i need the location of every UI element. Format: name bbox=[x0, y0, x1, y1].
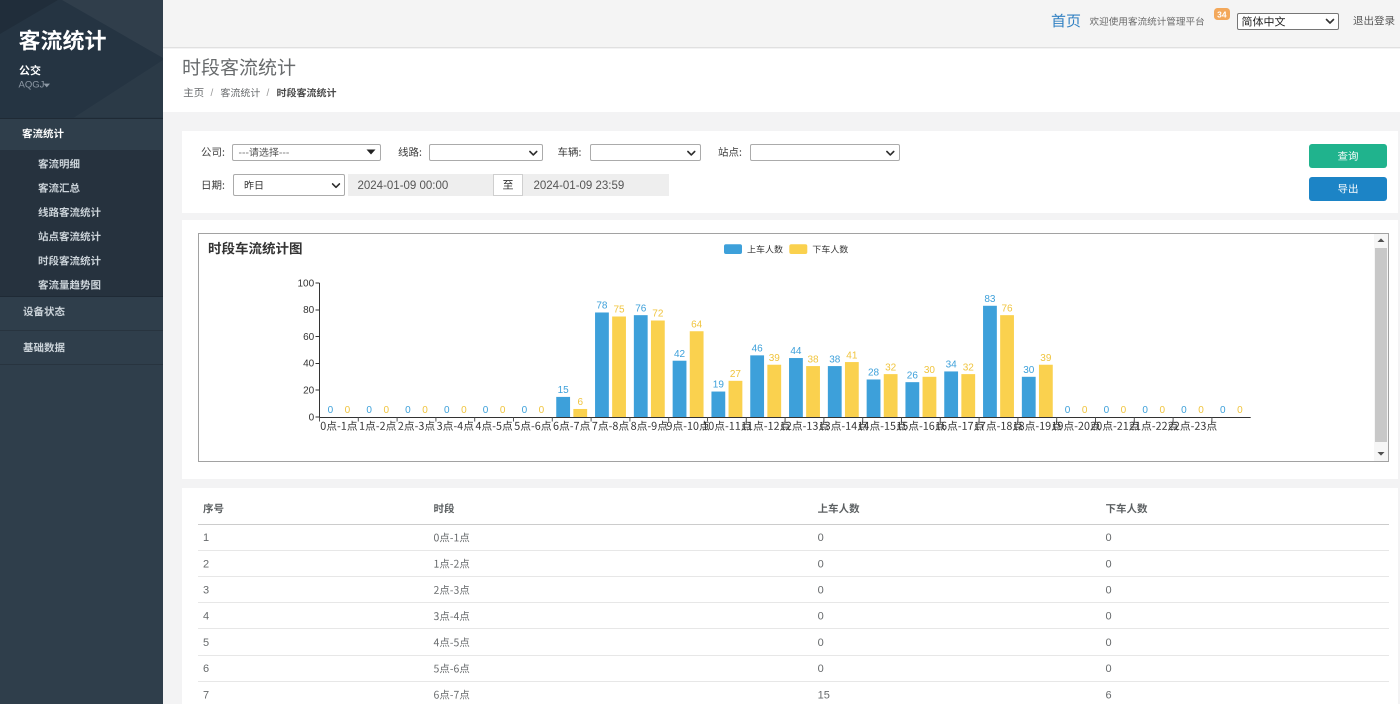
svg-text:AQGJ: AQGJ bbox=[19, 80, 45, 91]
svg-text:2: 2 bbox=[203, 558, 209, 570]
svg-text:28: 28 bbox=[868, 368, 880, 379]
svg-text:78: 78 bbox=[596, 301, 608, 312]
svg-text:2024-01-09 00:00: 2024-01-09 00:00 bbox=[358, 180, 449, 192]
svg-text:19: 19 bbox=[713, 380, 725, 391]
svg-text:0: 0 bbox=[1106, 637, 1112, 649]
svg-text:0: 0 bbox=[309, 412, 315, 423]
svg-text:0: 0 bbox=[818, 611, 824, 623]
svg-text:0: 0 bbox=[1106, 585, 1112, 597]
svg-text:40: 40 bbox=[303, 359, 315, 370]
svg-text:32: 32 bbox=[963, 362, 975, 373]
svg-text:0: 0 bbox=[422, 405, 428, 416]
svg-text:39: 39 bbox=[769, 353, 781, 364]
svg-text:75: 75 bbox=[613, 305, 625, 316]
svg-text:0: 0 bbox=[345, 405, 351, 416]
svg-text:5: 5 bbox=[203, 637, 209, 649]
svg-text:1: 1 bbox=[203, 532, 209, 544]
svg-text:6: 6 bbox=[577, 397, 583, 408]
svg-text:0: 0 bbox=[444, 405, 450, 416]
svg-text:0: 0 bbox=[522, 405, 528, 416]
svg-text:0: 0 bbox=[500, 405, 506, 416]
svg-text:3: 3 bbox=[203, 585, 209, 597]
svg-text:80: 80 bbox=[303, 305, 315, 316]
svg-text:100: 100 bbox=[298, 278, 315, 289]
svg-text:4: 4 bbox=[203, 611, 209, 623]
svg-text:0: 0 bbox=[539, 405, 545, 416]
svg-text:0: 0 bbox=[818, 585, 824, 597]
svg-text:0: 0 bbox=[818, 663, 824, 675]
svg-text:76: 76 bbox=[635, 303, 647, 314]
svg-text:46: 46 bbox=[752, 344, 764, 355]
svg-text:0: 0 bbox=[1082, 405, 1088, 416]
svg-text:0: 0 bbox=[483, 405, 489, 416]
svg-text:0: 0 bbox=[1142, 405, 1148, 416]
svg-text:76: 76 bbox=[1001, 303, 1013, 314]
svg-text:0: 0 bbox=[818, 558, 824, 570]
svg-text:38: 38 bbox=[829, 354, 841, 365]
svg-text:/: / bbox=[211, 88, 214, 99]
svg-text:0: 0 bbox=[383, 405, 389, 416]
svg-text:0: 0 bbox=[1104, 405, 1110, 416]
svg-text:34: 34 bbox=[946, 360, 958, 371]
svg-text:0: 0 bbox=[1220, 405, 1226, 416]
svg-text:0: 0 bbox=[366, 405, 372, 416]
svg-text:60: 60 bbox=[303, 332, 315, 343]
svg-text:0: 0 bbox=[1106, 558, 1112, 570]
svg-text:27: 27 bbox=[730, 369, 742, 380]
svg-text:20: 20 bbox=[303, 386, 315, 397]
svg-text:0: 0 bbox=[1159, 405, 1165, 416]
svg-text:7: 7 bbox=[203, 689, 209, 701]
svg-text:6: 6 bbox=[1106, 689, 1112, 701]
svg-text:0: 0 bbox=[1106, 663, 1112, 675]
svg-text:6: 6 bbox=[203, 663, 209, 675]
svg-text:0: 0 bbox=[1237, 405, 1243, 416]
svg-text:72: 72 bbox=[652, 309, 664, 320]
svg-text:38: 38 bbox=[807, 354, 819, 365]
svg-text:30: 30 bbox=[924, 365, 936, 376]
svg-text:0: 0 bbox=[1121, 405, 1127, 416]
svg-text:0: 0 bbox=[405, 405, 411, 416]
svg-text:34: 34 bbox=[1217, 10, 1227, 20]
svg-text:0: 0 bbox=[1106, 532, 1112, 544]
svg-text:0: 0 bbox=[1106, 611, 1112, 623]
svg-text:44: 44 bbox=[790, 346, 802, 357]
svg-text:39: 39 bbox=[1040, 353, 1052, 364]
svg-text:32: 32 bbox=[885, 362, 897, 373]
svg-text:0: 0 bbox=[328, 405, 334, 416]
svg-text:0: 0 bbox=[1181, 405, 1187, 416]
svg-text:26: 26 bbox=[907, 370, 919, 381]
svg-text:15: 15 bbox=[558, 385, 570, 396]
svg-text:42: 42 bbox=[674, 349, 686, 360]
svg-text:83: 83 bbox=[984, 294, 996, 305]
svg-text:15: 15 bbox=[818, 689, 830, 701]
svg-text:64: 64 bbox=[691, 319, 703, 330]
svg-text:2024-01-09 23:59: 2024-01-09 23:59 bbox=[534, 180, 625, 192]
svg-text:0: 0 bbox=[1065, 405, 1071, 416]
svg-text:/: / bbox=[267, 88, 270, 99]
svg-text:0: 0 bbox=[818, 532, 824, 544]
svg-text:0: 0 bbox=[818, 637, 824, 649]
svg-text:41: 41 bbox=[846, 350, 858, 361]
svg-text:0: 0 bbox=[461, 405, 467, 416]
svg-text:30: 30 bbox=[1023, 365, 1035, 376]
svg-text:0: 0 bbox=[1198, 405, 1204, 416]
